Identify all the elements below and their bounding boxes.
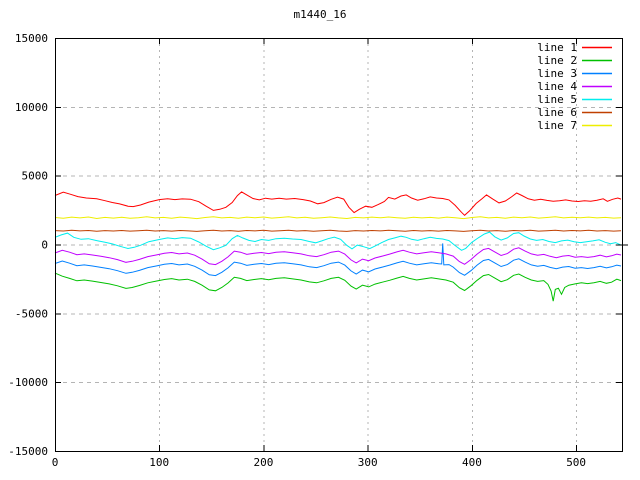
y-tick-label: -10000 (8, 376, 48, 389)
series-line-1 (54, 191, 622, 216)
x-tick-label: 200 (254, 456, 274, 469)
x-tick-label: 0 (52, 456, 59, 469)
series-line-7 (54, 216, 622, 220)
legend-label: line 7 (537, 119, 577, 132)
x-tick-label: 300 (358, 456, 378, 469)
series-line-5 (54, 231, 622, 251)
legend-label: line 2 (537, 54, 577, 67)
y-tick-label: -15000 (8, 445, 48, 458)
x-tick-label: 500 (566, 456, 586, 469)
gnuplot-window: m1440_16 0 100 200 300 400 500 -15000 -10000 -50… (0, 0, 640, 480)
legend-label: line 6 (537, 106, 577, 119)
x-tick-label: 100 (149, 456, 169, 469)
y-tick-label: 0 (41, 239, 48, 252)
legend-label: line 5 (537, 93, 577, 106)
legend-label: line 3 (537, 67, 577, 80)
legend-label: line 1 (537, 41, 577, 54)
legend-label: line 4 (537, 80, 577, 93)
y-tick-label: 15000 (15, 32, 48, 45)
x-tick-label: 400 (462, 456, 482, 469)
plot-canvas: 0 100 200 300 400 500 -15000 -10000 -5000 0 5000 10… (8, 32, 628, 469)
series-line-6 (54, 229, 622, 232)
y-tick-label: -5000 (15, 307, 48, 320)
series-line-2 (54, 272, 622, 302)
y-tick-label: 10000 (15, 101, 48, 114)
y-tick-label: 5000 (22, 170, 49, 183)
legend: line 1line 2line 3line 4line 5line 6line… (537, 41, 612, 132)
